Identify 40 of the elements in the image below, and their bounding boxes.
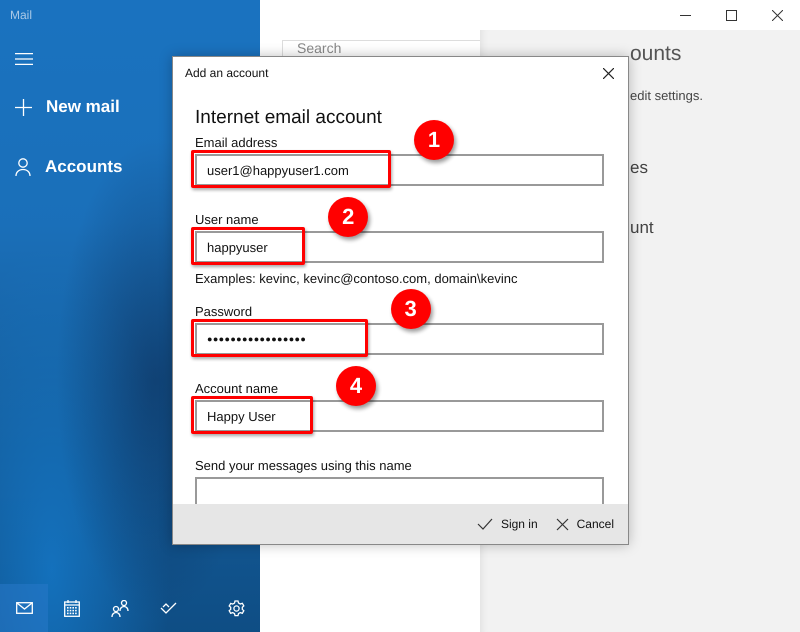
settings-icon <box>228 600 244 616</box>
close-icon <box>772 10 782 20</box>
field-label: Email address <box>195 135 278 150</box>
mail-icon <box>16 602 32 614</box>
close-icon <box>556 518 569 530</box>
step-number-overlay: 3 <box>390 289 431 329</box>
cancel-button[interactable]: Cancel <box>550 513 620 535</box>
maximize-icon <box>726 10 736 20</box>
step-number-overlay: 4 <box>336 366 376 406</box>
input-field[interactable]: happyuser <box>195 231 604 263</box>
checkmark-icon <box>160 602 176 614</box>
person-icon <box>15 158 31 176</box>
dialog-title: Add an account <box>185 66 268 80</box>
field-label: User name <box>195 212 259 227</box>
input-field[interactable]: Happy User <box>195 400 604 432</box>
menu-icon[interactable] <box>15 53 33 65</box>
plus-icon <box>15 98 32 116</box>
sidebar-item[interactable]: New mail <box>46 97 120 117</box>
sidebar-item[interactable]: Accounts <box>45 157 122 177</box>
step-number-overlay: 1 <box>414 120 454 160</box>
field-label: Password <box>195 304 252 319</box>
pane-title: ounts <box>630 42 682 66</box>
pane-text: es <box>630 158 649 178</box>
app-title: Mail <box>9 7 34 24</box>
step-number-overlay: 2 <box>328 197 368 237</box>
close-icon[interactable] <box>603 68 614 78</box>
sign-in-button[interactable]: Sign in <box>470 513 544 535</box>
field-hint: Examples: kevinc, kevinc@contoso.com, domain\kevinc <box>195 271 518 286</box>
checkmark-icon <box>476 518 493 530</box>
nav-button[interactable] <box>0 584 48 632</box>
input-field[interactable]: ●●●●●●●●●●●●●●●●● <box>195 323 604 355</box>
pane-text: edit settings. <box>630 88 704 103</box>
calendar-icon <box>64 600 80 616</box>
people-icon <box>111 600 129 616</box>
input-field[interactable] <box>195 477 604 504</box>
dialog-heading: Internet email account <box>195 107 383 129</box>
field-label: Account name <box>195 381 278 396</box>
minimize-icon <box>680 14 690 16</box>
field-label: Send your messages using this name <box>195 458 412 473</box>
pane-text: unt <box>630 218 655 238</box>
